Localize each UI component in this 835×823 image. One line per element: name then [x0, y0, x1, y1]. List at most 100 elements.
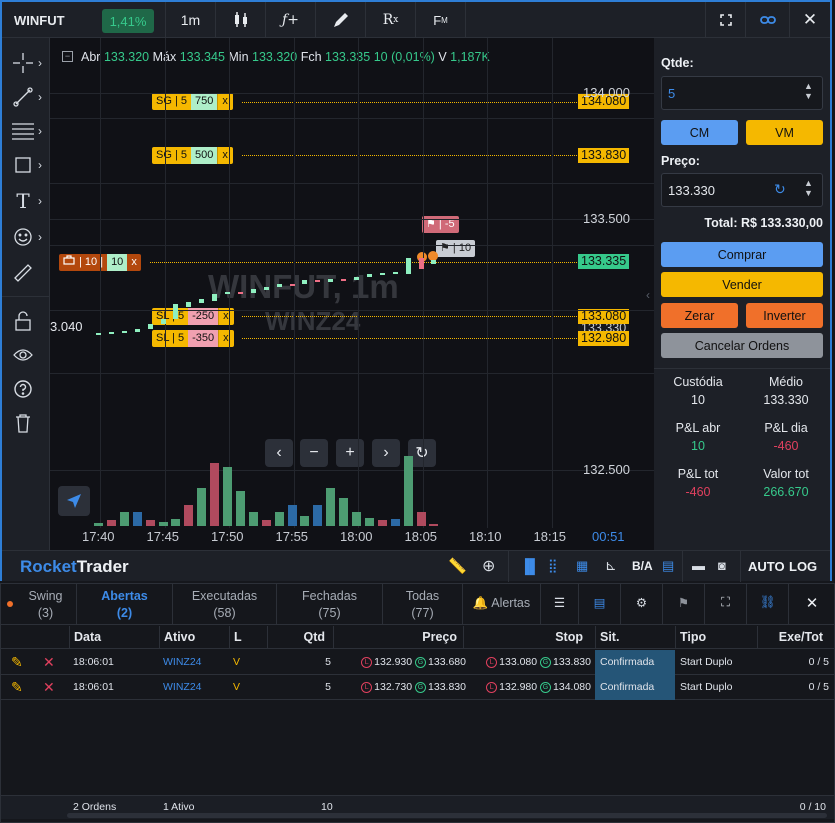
- scroll-left-button[interactable]: ‹: [265, 439, 293, 467]
- edit-icon[interactable]: ✎: [11, 675, 23, 700]
- chevron-right-icon[interactable]: ›: [38, 56, 42, 70]
- delete-icon[interactable]: ✕: [43, 675, 55, 700]
- column-header[interactable]: Tipo: [675, 626, 755, 648]
- alerts-tab[interactable]: 🔔 Alertas: [463, 584, 541, 624]
- help-icon[interactable]: [10, 376, 36, 402]
- book-icon[interactable]: ▤: [662, 558, 674, 574]
- sg2-cancel[interactable]: x: [217, 147, 233, 164]
- column-header[interactable]: Ativo: [159, 626, 227, 648]
- cm-button[interactable]: CM: [661, 120, 738, 145]
- sl2-cancel[interactable]: x: [218, 330, 234, 347]
- grid-line: [50, 183, 654, 184]
- ba-button[interactable]: B/A: [632, 559, 653, 573]
- loss-icon: L: [361, 681, 373, 693]
- timeframe-button[interactable]: 1m: [165, 2, 215, 38]
- qty-stepper-icon[interactable]: ▲ ▼: [804, 81, 813, 101]
- link-icon[interactable]: [745, 2, 789, 38]
- edit-icon[interactable]: ✎: [11, 650, 23, 675]
- zoom-out-button[interactable]: −: [300, 439, 328, 467]
- sg1-cancel[interactable]: x: [217, 93, 233, 110]
- heatmap-icon[interactable]: ▦: [576, 558, 588, 574]
- rectangle-icon[interactable]: [10, 152, 36, 178]
- tab-fechadas[interactable]: Fechadas (75): [277, 584, 383, 624]
- expand-icon[interactable]: ⛶: [705, 584, 747, 624]
- sell-button[interactable]: Vender: [661, 272, 823, 297]
- fibonacci-icon[interactable]: [10, 118, 36, 144]
- sort-icon[interactable]: ☰: [541, 584, 579, 624]
- invert-button[interactable]: Inverter: [746, 303, 823, 328]
- ruler-icon[interactable]: 📏: [448, 557, 467, 575]
- tab-executadas[interactable]: Executadas (58): [173, 584, 277, 624]
- position-cancel[interactable]: x: [127, 254, 141, 271]
- candles-icon[interactable]: [215, 2, 265, 38]
- symbol-label[interactable]: WINFUT: [14, 13, 65, 28]
- qty-field[interactable]: 5 ▲ ▼: [661, 76, 823, 110]
- crosshair-icon[interactable]: [10, 50, 36, 76]
- price-stepper-icon[interactable]: ▲ ▼: [804, 178, 813, 198]
- emoji-icon[interactable]: [10, 224, 36, 250]
- expand-icon[interactable]: [705, 2, 745, 38]
- axis-icon[interactable]: ⊾: [605, 557, 617, 574]
- delete-icon[interactable]: ✕: [43, 650, 55, 675]
- ruler-icon[interactable]: [10, 260, 36, 286]
- tab-swing[interactable]: Swing (3): [15, 584, 77, 624]
- scroll-right-button[interactable]: ›: [372, 439, 400, 467]
- table-row[interactable]: ✎ ✕ 18:06:01 WINZ24 V 5 L 132.730 G 133.830 L 132.…: [1, 675, 835, 700]
- close-icon[interactable]: ✕: [789, 2, 830, 38]
- price-field[interactable]: 133.330 ↻ ▲ ▼: [661, 173, 823, 207]
- column-header[interactable]: Data: [69, 626, 157, 648]
- volume-bar: [377, 520, 387, 526]
- flag-icon[interactable]: ⚑: [663, 584, 705, 624]
- chevron-right-icon[interactable]: ›: [38, 124, 42, 138]
- tab-abertas[interactable]: Abertas (2): [77, 584, 173, 624]
- chevron-right-icon[interactable]: ›: [38, 194, 42, 208]
- column-header[interactable]: Exe/Tot: [757, 626, 827, 648]
- text-icon[interactable]: T: [10, 188, 36, 214]
- zoom-in-button[interactable]: +: [336, 439, 364, 467]
- pen-icon[interactable]: [315, 2, 365, 38]
- column-header[interactable]: Qtd: [267, 626, 329, 648]
- price-gain: 133.830: [428, 681, 466, 693]
- camera-icon[interactable]: ◙: [718, 558, 726, 573]
- lock-icon[interactable]: [10, 308, 36, 334]
- column-header[interactable]: Stop: [463, 626, 587, 648]
- panel-toggle-icon[interactable]: ‹: [646, 288, 650, 302]
- eye-icon[interactable]: [10, 342, 36, 368]
- vm-button[interactable]: VM: [746, 120, 823, 145]
- zero-button[interactable]: Zerar: [661, 303, 738, 328]
- function-icon[interactable]: ƒ+: [265, 2, 315, 38]
- list-icon[interactable]: ▤: [579, 584, 621, 624]
- print-icon[interactable]: ▬: [692, 558, 705, 573]
- fm-icon[interactable]: FM: [415, 2, 465, 38]
- refresh-icon[interactable]: ↻: [774, 181, 786, 198]
- trash-icon[interactable]: [10, 410, 36, 436]
- price-chart[interactable]: − Abr 133.320 Máx 133.345 Min 133.320 Fc…: [50, 38, 654, 550]
- chevron-right-icon[interactable]: ›: [38, 90, 42, 104]
- rx-icon[interactable]: Rx: [365, 2, 415, 38]
- collapse-icon[interactable]: −: [62, 51, 73, 62]
- tab-todas[interactable]: Todas (77): [383, 584, 463, 624]
- column-header[interactable]: L: [229, 626, 265, 648]
- chevron-right-icon[interactable]: ›: [38, 230, 42, 244]
- chevron-right-icon[interactable]: ›: [38, 158, 42, 172]
- close-icon[interactable]: ✕: [789, 584, 835, 624]
- sg1-value: 750: [190, 93, 218, 110]
- navigate-icon[interactable]: [58, 486, 90, 516]
- zoom-icon[interactable]: ⊕: [482, 556, 495, 576]
- sg2-value: 500: [190, 147, 218, 164]
- cancel-orders-button[interactable]: Cancelar Ordens: [661, 333, 823, 358]
- flag-marker-2[interactable]: ⚑ | 10: [436, 240, 476, 257]
- settings-icon[interactable]: ⚙: [621, 584, 663, 624]
- log-button[interactable]: LOG: [789, 559, 817, 574]
- column-header[interactable]: Sit.: [595, 626, 673, 648]
- buy-button[interactable]: Comprar: [661, 242, 823, 267]
- link-icon[interactable]: ⛓: [747, 584, 789, 624]
- table-row[interactable]: ✎ ✕ 18:06:01 WINZ24 V 5 L 132.930 G 133.680 L 133.…: [1, 650, 835, 675]
- scatter-icon[interactable]: ⣿: [548, 558, 558, 574]
- horizontal-scrollbar[interactable]: [67, 813, 827, 818]
- trendline-icon[interactable]: [10, 84, 36, 110]
- volume-icon[interactable]: ▐▌: [520, 558, 540, 574]
- auto-button[interactable]: AUTO: [748, 559, 785, 574]
- column-header[interactable]: Preço: [333, 626, 461, 648]
- fch-label: Fch: [300, 50, 322, 64]
